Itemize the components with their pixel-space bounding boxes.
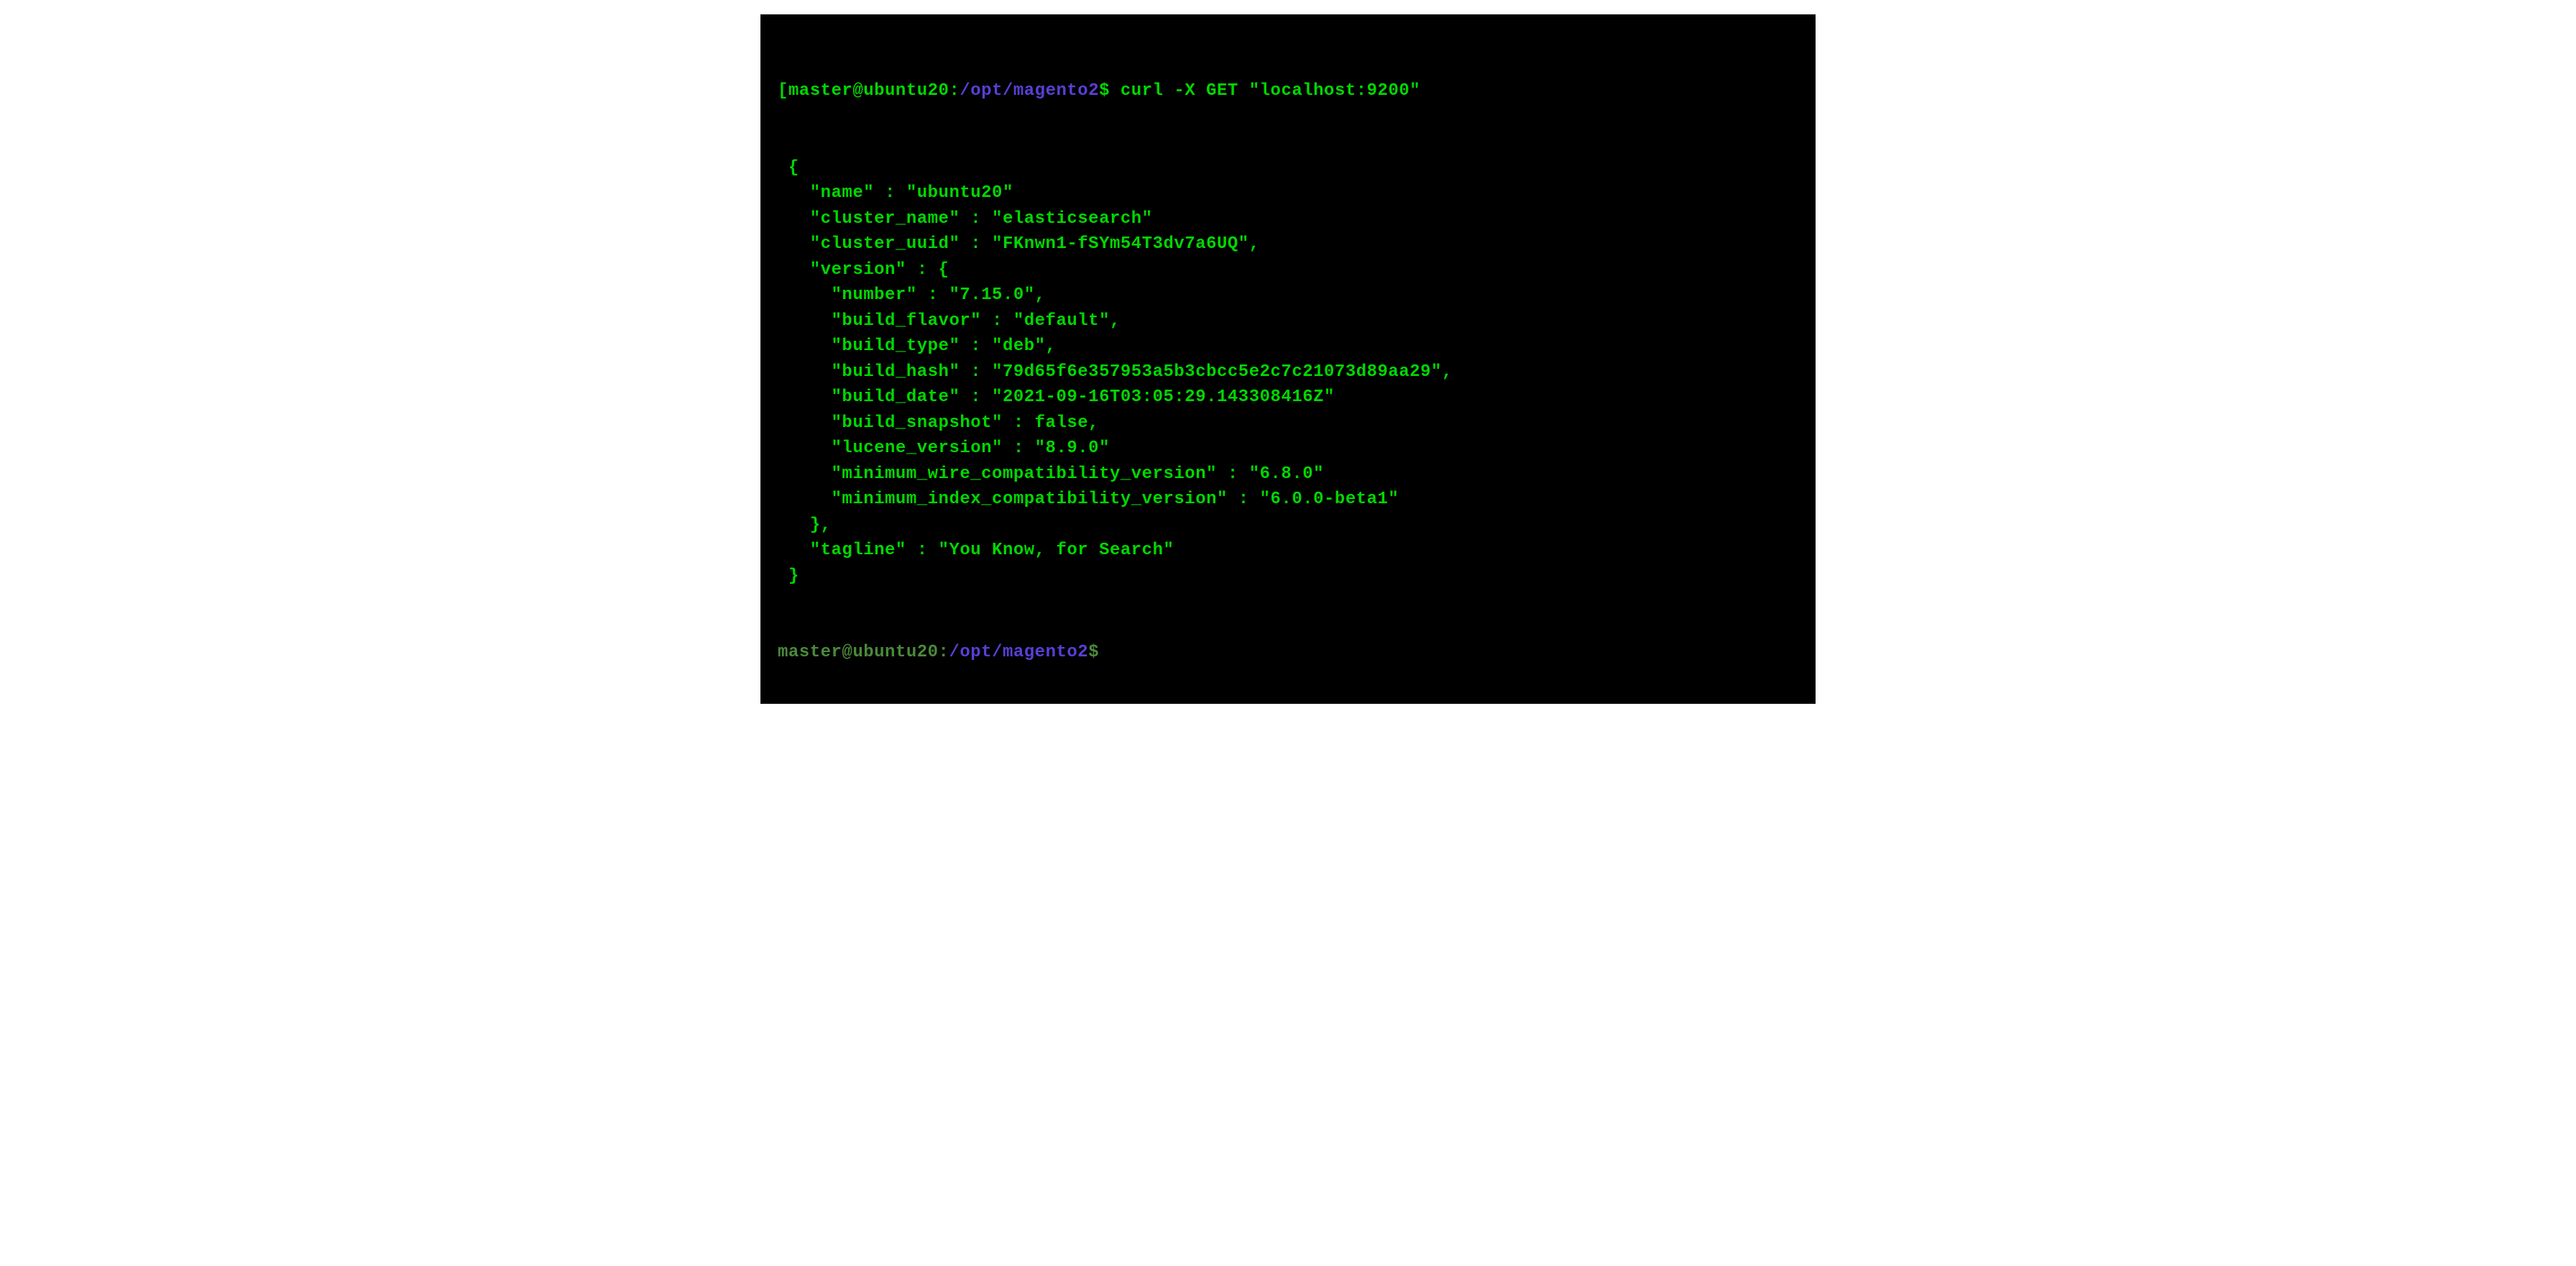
command-text: curl -X GET "localhost:9200"	[1110, 81, 1420, 101]
prompt-dollar: $	[1099, 81, 1110, 101]
output-line: "build_hash" : "79d65f6e357953a5b3cbcc5e…	[778, 359, 1798, 385]
output-line: "minimum_index_compatibility_version" : …	[778, 487, 1798, 513]
prompt-path: /opt/magento2	[949, 643, 1088, 662]
output-line: "build_type" : "deb",	[778, 334, 1798, 359]
prompt-colon: :	[939, 643, 949, 662]
prompt-path: /opt/magento2	[960, 81, 1099, 101]
output-line: },	[778, 513, 1798, 538]
output-line: "tagline" : "You Know, for Search"	[778, 538, 1798, 564]
prompt-user-host: master@ubuntu20	[778, 643, 939, 662]
prompt-colon: :	[949, 81, 960, 101]
output-line: "cluster_name" : "elasticsearch"	[778, 206, 1798, 232]
output-line: "minimum_wire_compatibility_version" : "…	[778, 462, 1798, 487]
output-line: "build_flavor" : "default",	[778, 308, 1798, 334]
output-line: "number" : "7.15.0",	[778, 283, 1798, 308]
prompt-dollar: $	[1088, 643, 1099, 662]
output-line: "build_date" : "2021-09-16T03:05:29.1433…	[778, 385, 1798, 410]
output-line: "build_snapshot" : false,	[778, 410, 1798, 436]
output-line: }	[778, 564, 1798, 590]
terminal-window[interactable]: [master@ubuntu20:/opt/magento2$ curl -X …	[760, 14, 1816, 704]
output-line: "version" : {	[778, 257, 1798, 283]
prompt-line-2[interactable]: master@ubuntu20:/opt/magento2$	[778, 640, 1798, 666]
command-output: { "name" : "ubuntu20" "cluster_name" : "…	[778, 155, 1798, 590]
prompt-line-1: [master@ubuntu20:/opt/magento2$ curl -X …	[778, 78, 1798, 104]
output-line: "cluster_uuid" : "FKnwn1-fSYm54T3dv7a6UQ…	[778, 231, 1798, 257]
prompt-user-host: master@ubuntu20	[788, 81, 949, 101]
prompt-bracket: [	[778, 81, 788, 101]
output-line: "name" : "ubuntu20"	[778, 180, 1798, 206]
output-line: "lucene_version" : "8.9.0"	[778, 436, 1798, 462]
output-line: {	[778, 155, 1798, 181]
